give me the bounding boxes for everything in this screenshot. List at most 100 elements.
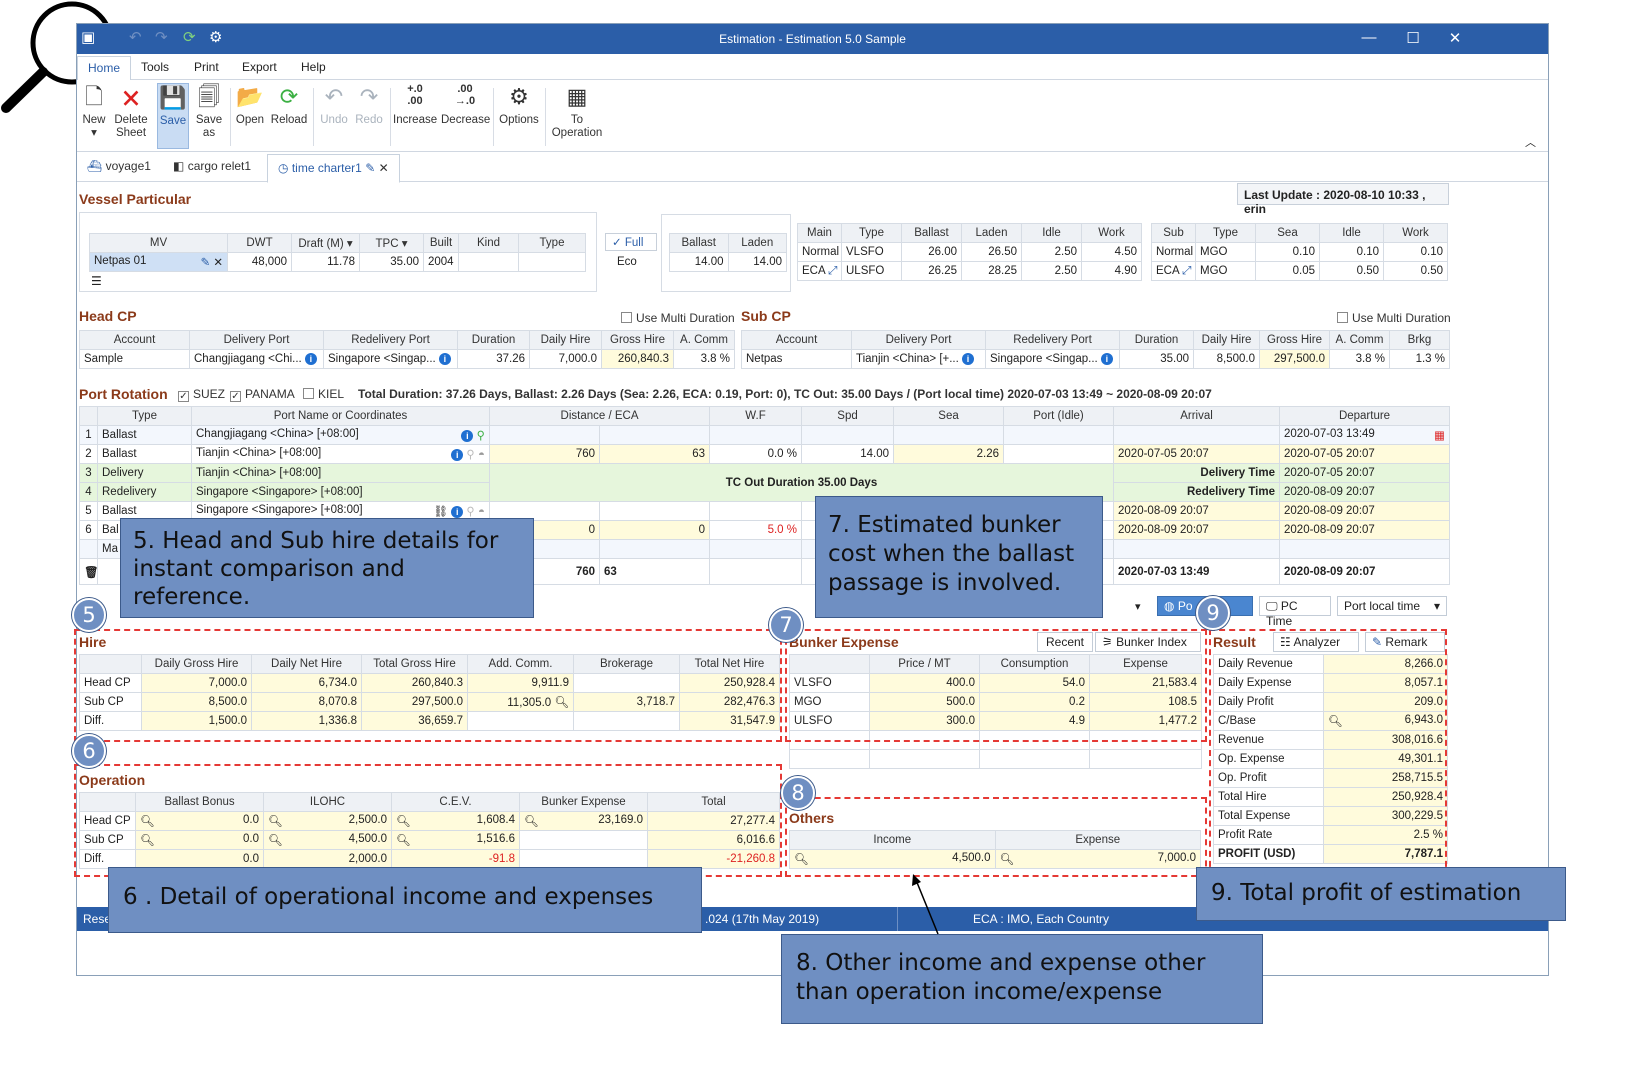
info-icon[interactable]: i (304, 353, 317, 365)
undo-button[interactable]: ↶ Undo (317, 83, 351, 127)
bunker-highlight (785, 629, 1207, 742)
open-button[interactable]: 📂 Open (234, 83, 266, 127)
port-row[interactable]: 1 Ballast Changjiagang <China> [+08:00] i ⚲… (79, 425, 1451, 445)
sub-a-comm[interactable]: 3.8 % (1329, 349, 1390, 369)
menu-print[interactable]: Print (194, 60, 219, 74)
save-button[interactable]: 💾 Save (157, 83, 189, 149)
sub-brkg[interactable]: 1.3 % (1389, 349, 1450, 369)
eco-button[interactable]: Eco (617, 256, 637, 268)
menu-help[interactable]: Help (301, 60, 326, 74)
ship-icon: ⛴ (87, 159, 103, 173)
menu-tools[interactable]: Tools (141, 60, 169, 74)
new-button[interactable]: 🗋 New ▾ (79, 83, 109, 140)
sub-duration[interactable]: 35.00 (1119, 349, 1194, 369)
tab-time-charter1[interactable]: ◷ time charter1 ✎ ✕ (267, 154, 400, 183)
close-button[interactable]: ✕ (1445, 29, 1465, 47)
sub-cp-multi-duration[interactable]: Use Multi Duration (1337, 311, 1451, 325)
map-pin-icon[interactable]: ⚲ (477, 430, 485, 442)
sub-engine-table: Sub Type Sea Idle Work Normal MGO 0.10 0.10 0.10… (1151, 223, 1448, 281)
checkbox[interactable] (621, 312, 632, 323)
sub-daily-hire[interactable]: 8,500.0 (1193, 349, 1260, 369)
dwt-cell[interactable]: 48,000 (227, 252, 292, 272)
suez-checkbox[interactable]: ✓ SUEZ (178, 387, 225, 402)
head-duration[interactable]: 37.26 (457, 349, 530, 369)
minimize-button[interactable]: — (1359, 29, 1379, 46)
full-button[interactable]: ✓ Full (605, 233, 657, 251)
head-a-comm[interactable]: 3.8 % (673, 349, 735, 369)
marker-8: 8 (781, 776, 815, 810)
kind-cell[interactable] (458, 252, 519, 272)
delete-sheet-button[interactable]: 🗙 Delete Sheet (113, 83, 149, 140)
head-daily-hire[interactable]: 7,000.0 (529, 349, 602, 369)
increase-button[interactable]: +.0 .00 Increase (393, 83, 437, 127)
info-icon[interactable]: i (461, 430, 474, 442)
eca-edit-icon[interactable]: ⤢ (1182, 265, 1191, 277)
info-icon[interactable]: i (451, 449, 464, 461)
panama-checkbox[interactable]: ✓ PANAMA (230, 387, 295, 402)
built-cell[interactable]: 2004 (423, 252, 459, 272)
ballast-speed[interactable]: 14.00 (669, 252, 729, 272)
chevron-down-icon: ▾ (1433, 599, 1440, 613)
reload-button[interactable]: ⟳ Reload (270, 83, 308, 127)
tpc-cell[interactable]: 35.00 (359, 252, 424, 272)
sub-delivery-port[interactable]: Tianjin <China> [+... i (851, 349, 986, 369)
sub-redelivery-port[interactable]: Singapore <Singap... i (985, 349, 1120, 369)
folder-icon: 📂 (236, 84, 264, 109)
sub-cp-table: Account Delivery Port Redelivery Port Durat… (741, 330, 1450, 369)
link-icon[interactable]: ⛓ (433, 506, 448, 518)
port-row[interactable]: 2 Ballast Tianjin <China> [+08:00] i ⚲ ◓ 760… (79, 444, 1451, 464)
pin-icon: ⚲ (466, 506, 475, 518)
tab-cargo-relet1[interactable]: ◧ cargo relet1 (173, 159, 251, 173)
window-title: Estimation - Estimation 5.0 Sample (719, 32, 906, 46)
trash-icon[interactable]: 🗑 (79, 558, 98, 585)
port-row[interactable]: 3 Delivery Tianjin <China> [+08:00] TC Out … (79, 463, 1451, 502)
laden-speed[interactable]: 14.00 (727, 252, 787, 272)
redo-button[interactable]: ↷ Redo (353, 83, 385, 127)
dropdown-arrow-icon[interactable]: ▾ (1135, 600, 1141, 613)
menu-export[interactable]: Export (242, 60, 277, 74)
vessel-name-cell[interactable]: Netpas 01 ✎ ✕ (89, 252, 228, 272)
draft-cell[interactable]: 11.78 (291, 252, 360, 272)
last-update: Last Update : 2020-08-10 10:33 , erin (1237, 183, 1449, 216)
eca-edit-icon[interactable]: ⤢ (828, 265, 837, 277)
menu-home[interactable]: Home (77, 56, 132, 81)
maximize-button[interactable]: ☐ (1403, 29, 1423, 47)
info-icon[interactable]: i (1100, 353, 1113, 365)
sub-account[interactable]: Netpas (741, 349, 852, 369)
info-icon[interactable]: i (451, 506, 464, 518)
type-cell[interactable] (518, 252, 586, 272)
head-cp-table: Account Delivery Port Redelivery Port Durat… (79, 330, 735, 369)
reload-icon: ⟳ (279, 84, 299, 109)
checkbox[interactable] (1337, 312, 1348, 323)
vessel-particular-title: Vessel Particular (79, 191, 192, 207)
edit-icon[interactable]: ✎ (365, 161, 375, 175)
clear-icon[interactable]: ✕ (213, 257, 223, 269)
collapse-ribbon-icon[interactable]: ︿ (1525, 134, 1536, 150)
time-mode-select[interactable]: Port local time ▾ (1337, 596, 1447, 616)
kiel-checkbox[interactable]: KIEL (303, 387, 344, 401)
decrease-decimal-icon: .00 →.0 (454, 83, 476, 107)
save-as-button[interactable]: 🗐 Save as (193, 83, 225, 140)
head-cp-multi-duration[interactable]: Use Multi Duration (621, 311, 735, 325)
info-icon[interactable]: i (962, 353, 975, 365)
redo-icon: ↷ (359, 84, 379, 109)
tab-voyage1[interactable]: ⛴ voyage1 (87, 159, 151, 173)
close-tab-icon[interactable]: ✕ (379, 161, 389, 175)
col-dwt: DWT (227, 233, 292, 253)
callout-8: 8. Other income and expense other than o… (781, 934, 1263, 1024)
head-redelivery-port[interactable]: Singapore <Singap... i (323, 349, 458, 369)
head-delivery-port[interactable]: Changjiagang <Chi... i (189, 349, 324, 369)
calendar-icon[interactable]: ▦ (1434, 428, 1445, 442)
decrease-button[interactable]: .00 →.0 Decrease (441, 83, 490, 127)
head-account[interactable]: Sample (79, 349, 190, 369)
vessel-table: MV DWT Draft (M) ▾ TPC ▾ Built Kind Type… (89, 233, 586, 272)
marker-9: 9 (1196, 596, 1230, 630)
list-icon[interactable]: ☰ (91, 274, 102, 288)
to-operation-button[interactable]: ▦ To Operation (549, 83, 605, 140)
col-draft[interactable]: Draft (M) ▾ (291, 233, 360, 253)
options-button[interactable]: ⚙ Options (497, 83, 541, 127)
info-icon[interactable]: i (438, 353, 451, 365)
edit-icon[interactable]: ✎ (201, 257, 211, 269)
pc-time-button[interactable]: 🖵 PC Time (1259, 596, 1331, 628)
col-tpc[interactable]: TPC ▾ (359, 233, 424, 253)
